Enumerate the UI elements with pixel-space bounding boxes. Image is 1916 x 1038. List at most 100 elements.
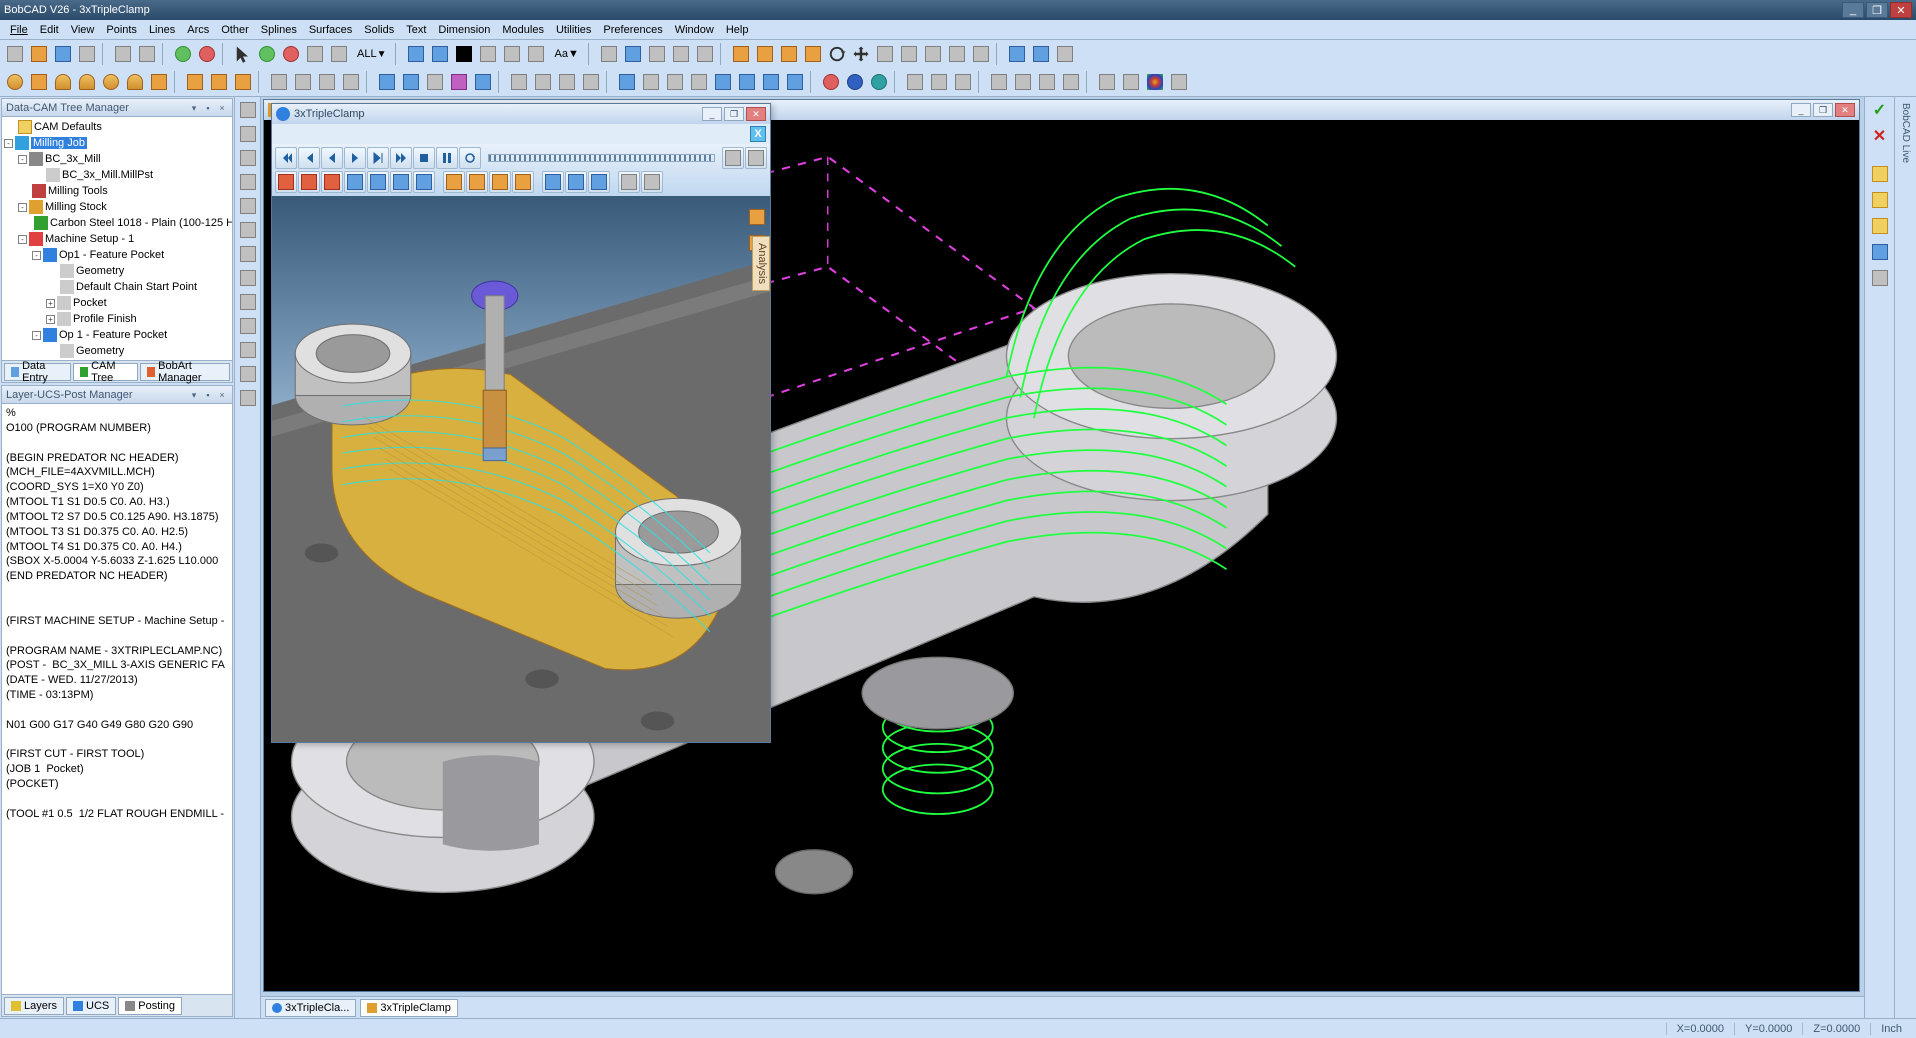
toggle1-button[interactable] [1096, 71, 1118, 93]
vt-point-button[interactable] [237, 123, 259, 145]
verify-button[interactable] [172, 43, 194, 65]
ucs3-button[interactable] [556, 71, 578, 93]
sim-cut2-button[interactable] [466, 171, 488, 193]
primitive-cylinder-button[interactable] [76, 71, 98, 93]
hole-button[interactable] [694, 43, 716, 65]
menu-points[interactable]: Points [100, 22, 143, 38]
material-blue-button[interactable] [844, 71, 866, 93]
tree-millingstock[interactable]: -Milling Stock [4, 199, 230, 215]
wireframe-button[interactable] [1054, 43, 1076, 65]
solid4-button[interactable] [784, 71, 806, 93]
undo-button[interactable] [112, 43, 134, 65]
zoomfit-button[interactable] [472, 71, 494, 93]
layer-dropdown-button[interactable] [429, 43, 451, 65]
menu-file[interactable]: File [4, 22, 34, 38]
menu-surfaces[interactable]: Surfaces [303, 22, 358, 38]
color-palette-button[interactable] [1144, 71, 1166, 93]
tab-bobart[interactable]: BobArt Manager [140, 363, 230, 381]
sim-view-cube5-button[interactable] [367, 171, 389, 193]
snap-center-button[interactable] [778, 43, 800, 65]
menu-help[interactable]: Help [720, 22, 755, 38]
snap-mid-button[interactable] [754, 43, 776, 65]
vt-rect-button[interactable] [237, 219, 259, 241]
sim-panel-close-button[interactable]: X [750, 126, 766, 142]
selection1-button[interactable] [904, 71, 926, 93]
cancel-x-button[interactable]: ✕ [1869, 125, 1891, 147]
align3-button[interactable] [1036, 71, 1058, 93]
sim-view-cube4-button[interactable] [344, 171, 366, 193]
pan-button[interactable] [850, 43, 872, 65]
menu-modules[interactable]: Modules [496, 22, 550, 38]
clear-button[interactable] [1869, 267, 1891, 289]
sim-cut4-button[interactable] [512, 171, 534, 193]
tree-milling-job[interactable]: -Milling Job [4, 135, 230, 151]
primitive-torus-button[interactable] [100, 71, 122, 93]
primitive-cone-button[interactable] [52, 71, 74, 93]
surface3-button[interactable] [664, 71, 686, 93]
sim-display2-button[interactable] [565, 171, 587, 193]
cam-tree-header[interactable]: Data-CAM Tree Manager ▾ ▪ × [2, 99, 232, 117]
view-iso-button[interactable] [340, 71, 362, 93]
vt-line-button[interactable] [237, 147, 259, 169]
primitive-box-button[interactable] [28, 71, 50, 93]
panel-dropdown-icon[interactable]: ▾ [188, 389, 200, 401]
text-tool-button[interactable]: Aa ▼ [549, 43, 583, 65]
menu-text[interactable]: Text [400, 22, 432, 38]
ruler-angle-button[interactable] [1869, 215, 1891, 237]
align2-button[interactable] [1012, 71, 1034, 93]
menu-arcs[interactable]: Arcs [181, 22, 215, 38]
redo-button[interactable] [136, 43, 158, 65]
menu-window[interactable]: Window [669, 22, 720, 38]
surface2-button[interactable] [640, 71, 662, 93]
tab-layers[interactable]: Layers [4, 997, 64, 1015]
sim-ffwd-button[interactable] [390, 147, 412, 169]
sim-view-cube1-button[interactable] [275, 171, 297, 193]
tree-geometry-1[interactable]: Geometry [4, 263, 230, 279]
tree-profilefinish-1[interactable]: +Profile Finish [4, 311, 230, 327]
surface1-button[interactable] [616, 71, 638, 93]
render-button[interactable] [448, 71, 470, 93]
sim-stepfwd-button[interactable] [367, 147, 389, 169]
sim-loop-button[interactable] [459, 147, 481, 169]
extrude-button[interactable] [184, 71, 206, 93]
surface4-button[interactable] [688, 71, 710, 93]
expand-icon[interactable]: + [46, 315, 55, 324]
tree-bc3xmill[interactable]: -BC_3x_Mill [4, 151, 230, 167]
material-red-button[interactable] [820, 71, 842, 93]
vt-polygon-button[interactable] [237, 243, 259, 265]
vt-arc-button[interactable] [237, 171, 259, 193]
vt-chamfer-button[interactable] [237, 315, 259, 337]
revolve-button[interactable] [208, 71, 230, 93]
collapse-icon[interactable]: - [32, 331, 41, 340]
snap-int-button[interactable] [802, 43, 824, 65]
sim-display3-button[interactable] [588, 171, 610, 193]
snap-end-button[interactable] [730, 43, 752, 65]
panel-pin-icon[interactable]: ▪ [202, 389, 214, 401]
toggle2-button[interactable] [1120, 71, 1142, 93]
offset-button[interactable] [922, 43, 944, 65]
solid1-button[interactable] [712, 71, 734, 93]
shade-button[interactable] [376, 71, 398, 93]
collapse-icon[interactable]: - [32, 251, 41, 260]
panel-close-icon[interactable]: × [216, 389, 228, 401]
box-button[interactable] [1006, 43, 1028, 65]
primitive-wedge-button[interactable] [148, 71, 170, 93]
sim-view-cube2-button[interactable] [298, 171, 320, 193]
tree-cam-defaults[interactable]: CAM Defaults [4, 119, 230, 135]
info-button[interactable] [1869, 241, 1891, 263]
expand-icon[interactable]: + [46, 299, 55, 308]
hidden-button[interactable] [400, 71, 422, 93]
ruler-v-button[interactable] [1869, 163, 1891, 185]
sim-display1-button[interactable] [542, 171, 564, 193]
layer-button[interactable] [405, 43, 427, 65]
sim-stop-button[interactable] [413, 147, 435, 169]
select-all-button[interactable]: ALL ▼ [352, 43, 391, 65]
extend-button[interactable] [946, 43, 968, 65]
menu-solids[interactable]: Solids [358, 22, 400, 38]
cancel-button[interactable] [196, 43, 218, 65]
ruler-h-button[interactable] [1869, 189, 1891, 211]
color-button[interactable] [453, 43, 475, 65]
sim-settings-button[interactable] [745, 147, 767, 169]
ok-button[interactable]: ✓ [1869, 99, 1891, 121]
new-file-button[interactable] [4, 43, 26, 65]
